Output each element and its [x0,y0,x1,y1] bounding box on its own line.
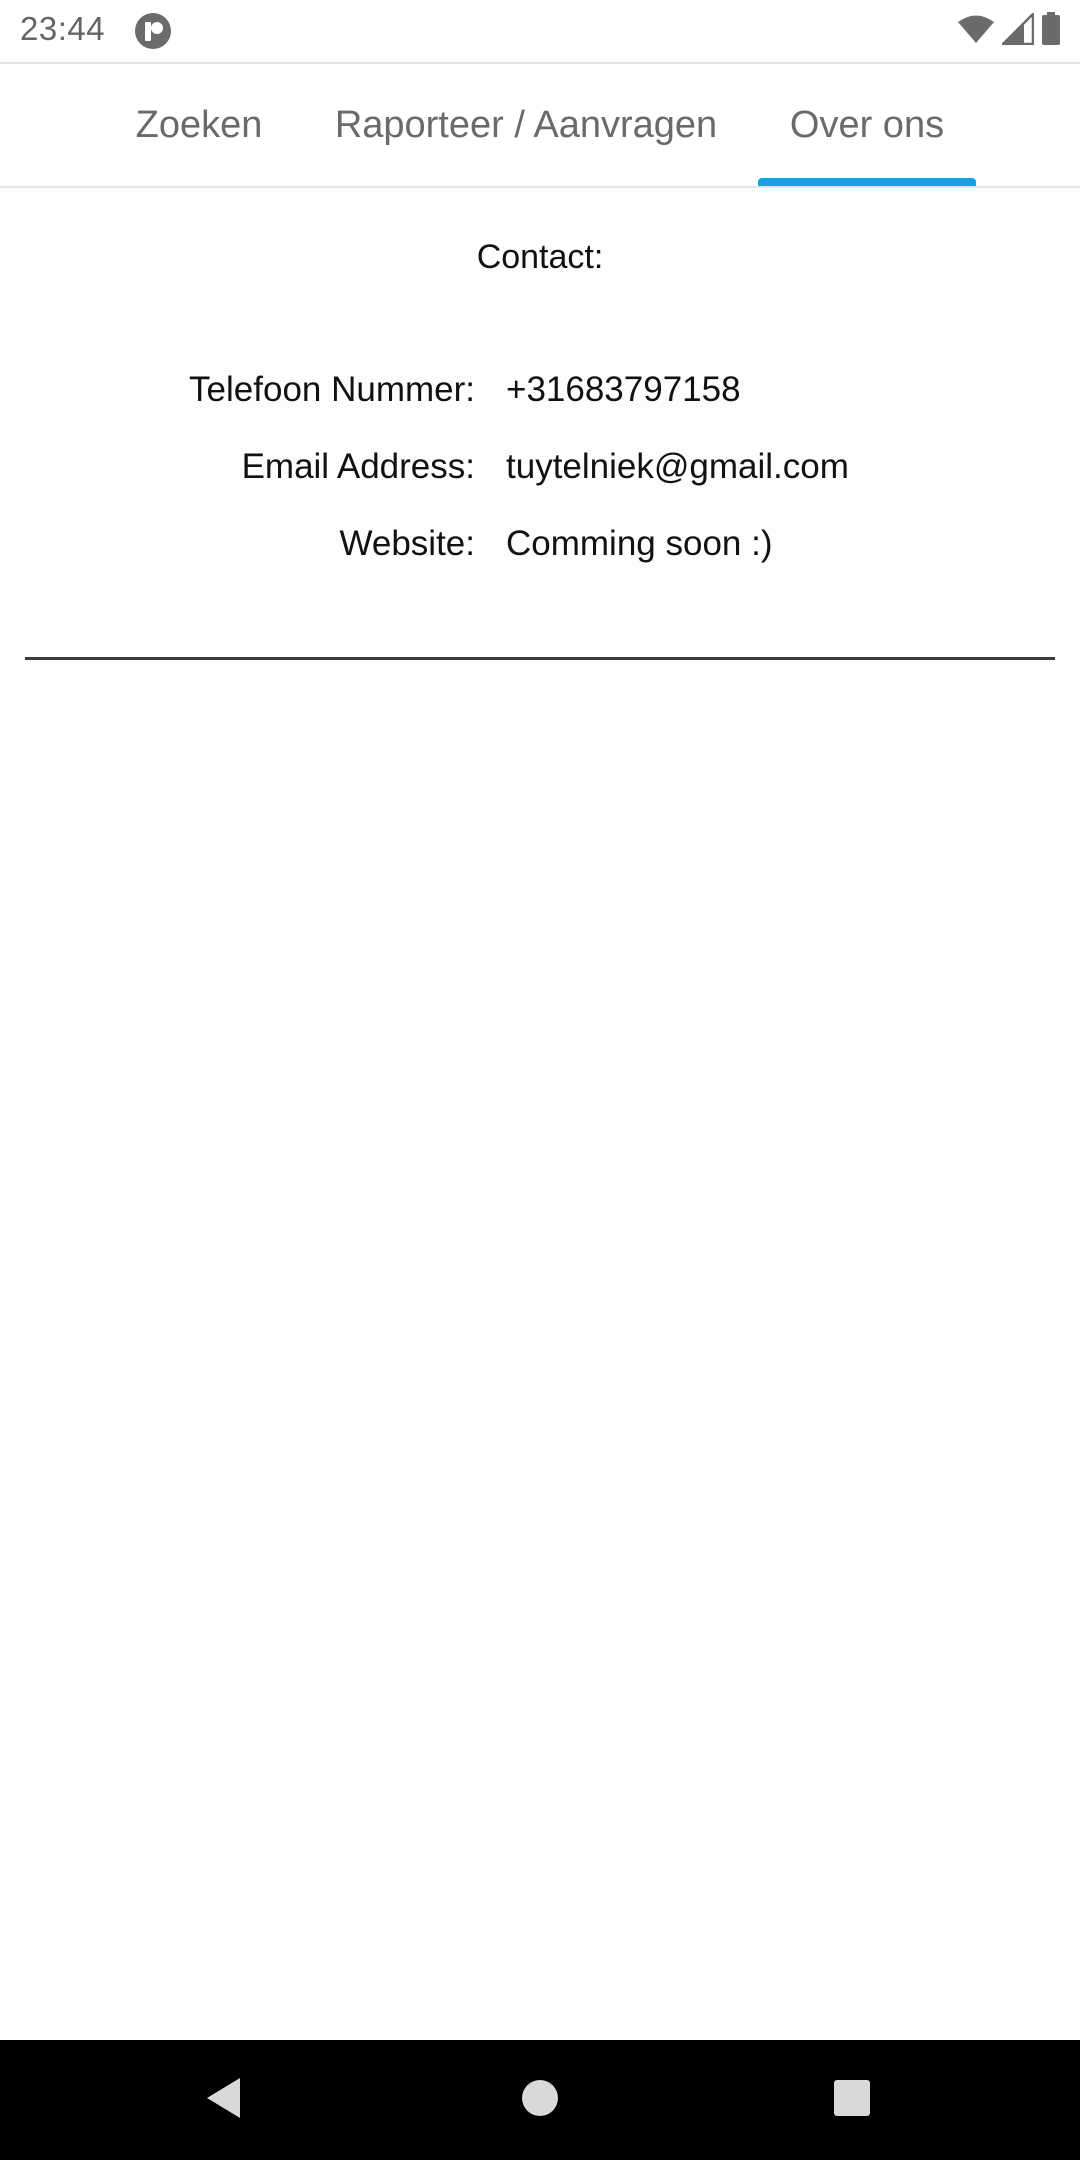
contact-title: Contact: [476,238,604,276]
status-bar: 23:44 [0,0,1080,64]
tab-zoeken[interactable]: Zoeken [112,64,286,186]
selected-tab-indicator [758,178,976,186]
home-icon [520,2078,560,2123]
tab-label: Zoeken [135,103,263,146]
tab-bar: Zoeken Raporteer / Aanvragen Over ons [0,64,1080,188]
screen: 23:44 Zoeken Raporteer / Aanvragen Over … [0,0,1080,2160]
battery-icon [1040,11,1062,51]
recents-icon [832,2078,872,2123]
back-icon [204,2076,244,2125]
app-notification-icon [134,12,172,50]
website-value: Comming soon :) [506,524,773,563]
recents-button[interactable] [820,2068,884,2132]
divider [25,657,1055,660]
tab-raporteer-aanvragen[interactable]: Raporteer / Aanvragen [310,64,742,186]
cell-signal-icon [999,10,1035,50]
tab-label: Raporteer / Aanvragen [334,103,718,146]
email-value[interactable]: tuytelniek@gmail.com [506,447,849,487]
status-time: 23:44 [20,10,106,47]
phone-value[interactable]: +31683797158 [506,370,741,410]
navigation-bar [0,2040,1080,2160]
home-button[interactable] [508,2068,572,2132]
tab-label: Over ons [789,103,945,146]
email-label: Email Address: [241,447,475,486]
phone-label: Telefoon Nummer: [189,370,475,409]
back-button[interactable] [192,2068,256,2132]
tab-over-ons[interactable]: Over ons [758,64,976,186]
status-icons [956,10,1062,52]
website-label: Website: [339,524,475,563]
wifi-icon [956,13,996,50]
